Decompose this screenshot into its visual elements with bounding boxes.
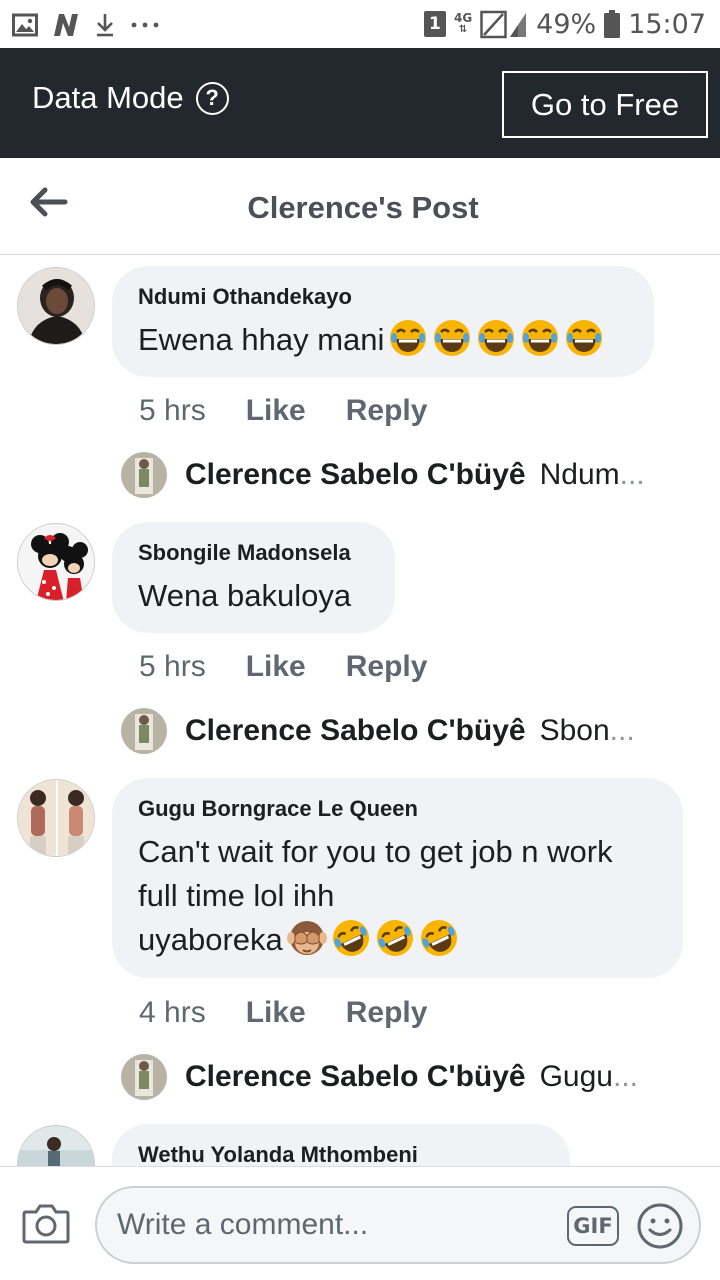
- avatar-photo: [18, 524, 94, 600]
- comment-time: 5 hrs: [139, 394, 206, 427]
- battery-icon: [604, 10, 621, 38]
- reply-button[interactable]: Reply: [346, 996, 428, 1030]
- comment-input-box: GIF: [95, 1186, 701, 1264]
- reply-preview[interactable]: Clerence Sabelo C'büyê Gugu...: [121, 1053, 681, 1101]
- reply-avatar[interactable]: [121, 452, 167, 498]
- reply-snippet: Ndum: [539, 458, 620, 491]
- network-label: 4G: [453, 11, 473, 25]
- network-type: 4G ⇅: [454, 12, 472, 36]
- camera-icon[interactable]: [22, 1202, 70, 1244]
- signal-icon: [480, 10, 527, 39]
- reply-button[interactable]: Reply: [346, 650, 428, 684]
- reply-button[interactable]: Reply: [346, 394, 428, 428]
- download-icon: [97, 14, 113, 37]
- avatar-photo: [18, 268, 94, 344]
- comment-author[interactable]: Wethu Yolanda Mthombeni: [138, 1142, 544, 1166]
- reply-ellipsis: ...: [612, 1060, 638, 1093]
- data-mode-bar: Data Mode ? Go to Free: [0, 48, 720, 158]
- clock: 15:07: [628, 8, 706, 40]
- comment-author[interactable]: Sbongile Madonsela: [138, 540, 369, 566]
- reply-snippet: Sbon: [539, 714, 610, 747]
- comments-list: Ndumi Othandekayo Ewena hhay mani 5 hrs …: [0, 256, 720, 1166]
- comment-text-line: Can't wait for you to get job n work: [138, 834, 613, 869]
- avatar[interactable]: [17, 1125, 95, 1166]
- avatar-photo: [18, 780, 94, 856]
- news-n-icon: [54, 14, 78, 36]
- avatar[interactable]: [17, 779, 95, 857]
- comment-meta: 5 hrs Like Reply: [139, 394, 427, 428]
- joy-emoji-icon: [566, 320, 603, 356]
- comment-time: 4 hrs: [139, 996, 206, 1029]
- see-no-evil-monkey-emoji-icon: [286, 921, 327, 955]
- comment-bubble[interactable]: Sbongile Madonsela Wena bakuloya: [112, 522, 395, 633]
- comment-text-line-with-emojis: uyaboreka: [138, 918, 657, 962]
- gif-button[interactable]: GIF: [567, 1206, 619, 1246]
- reply-snippet: Gugu: [539, 1060, 613, 1093]
- like-button[interactable]: Like: [246, 650, 306, 684]
- reply-ellipsis: ...: [619, 458, 645, 491]
- page-title: Clerence's Post: [247, 190, 479, 225]
- reply-avatar-photo: [121, 1054, 167, 1100]
- post-header: Clerence's Post: [0, 158, 720, 255]
- comment-meta: 5 hrs Like Reply: [139, 650, 427, 684]
- status-bar-left: [12, 10, 160, 40]
- joy-emoji-icon: [522, 320, 559, 356]
- battery-percent: 49%: [536, 8, 597, 40]
- comment-text: Can't wait for you to get job n work ful…: [138, 830, 657, 962]
- comment-text: Wena bakuloya: [138, 578, 352, 613]
- joy-emoji-icon: [434, 320, 471, 356]
- comment-time: 5 hrs: [139, 650, 206, 683]
- comment-text-line: uyaboreka: [138, 922, 283, 957]
- comment-meta: 4 hrs Like Reply: [139, 996, 427, 1030]
- reply-author[interactable]: Clerence Sabelo C'büyê: [185, 1060, 526, 1094]
- comment-text: Ewena hhay mani: [138, 318, 628, 362]
- avatar[interactable]: [17, 523, 95, 601]
- comment-author[interactable]: Gugu Borngrace Le Queen: [138, 796, 657, 822]
- comment-bubble[interactable]: Gugu Borngrace Le Queen Can't wait for y…: [112, 778, 683, 978]
- reply-avatar-photo: [121, 452, 167, 498]
- comment-composer: GIF: [0, 1166, 720, 1280]
- reply-preview[interactable]: Clerence Sabelo C'büyê Ndum...: [121, 451, 681, 499]
- emoji-picker-icon[interactable]: [636, 1202, 684, 1250]
- comment-bubble[interactable]: Ndumi Othandekayo Ewena hhay mani: [112, 266, 654, 377]
- gallery-icon: [12, 13, 38, 37]
- like-button[interactable]: Like: [246, 996, 306, 1030]
- reply-author[interactable]: Clerence Sabelo C'büyê: [185, 458, 526, 492]
- avatar-photo: [18, 1126, 94, 1166]
- reply-avatar[interactable]: [121, 708, 167, 754]
- more-notifications-icon: [131, 22, 159, 28]
- comment-author[interactable]: Ndumi Othandekayo: [138, 284, 628, 310]
- data-mode-label: Data Mode: [32, 80, 184, 115]
- sim-badge: 1: [423, 11, 446, 37]
- reply-ellipsis: ...: [609, 714, 635, 747]
- status-bar: 1 4G ⇅ 49% 15:07: [0, 0, 720, 48]
- rofl-emoji-icon: [420, 920, 457, 956]
- reply-author[interactable]: Clerence Sabelo C'büyê: [185, 714, 526, 748]
- rofl-emoji-icon: [332, 920, 369, 956]
- joy-emoji-icon: [390, 320, 427, 356]
- comment-input[interactable]: [117, 1188, 557, 1262]
- comment-text-content: Ewena hhay mani: [138, 322, 385, 357]
- like-button[interactable]: Like: [246, 394, 306, 428]
- reply-preview[interactable]: Clerence Sabelo C'büyê Sbon...: [121, 707, 681, 755]
- reply-avatar[interactable]: [121, 1054, 167, 1100]
- data-mode-label-group[interactable]: Data Mode ?: [32, 80, 229, 116]
- joy-emoji-icon: [478, 320, 515, 356]
- help-icon[interactable]: ?: [195, 81, 229, 115]
- avatar[interactable]: [17, 267, 95, 345]
- data-arrows-icon: ⇅: [458, 24, 468, 35]
- reply-avatar-photo: [121, 708, 167, 754]
- status-bar-right: 1 4G ⇅ 49% 15:07: [423, 7, 706, 41]
- comment-text-line: full time lol ihh: [138, 878, 335, 913]
- rofl-emoji-icon: [376, 920, 413, 956]
- comment-bubble[interactable]: Wethu Yolanda Mthombeni: [112, 1124, 570, 1166]
- go-to-free-button[interactable]: Go to Free: [502, 71, 708, 138]
